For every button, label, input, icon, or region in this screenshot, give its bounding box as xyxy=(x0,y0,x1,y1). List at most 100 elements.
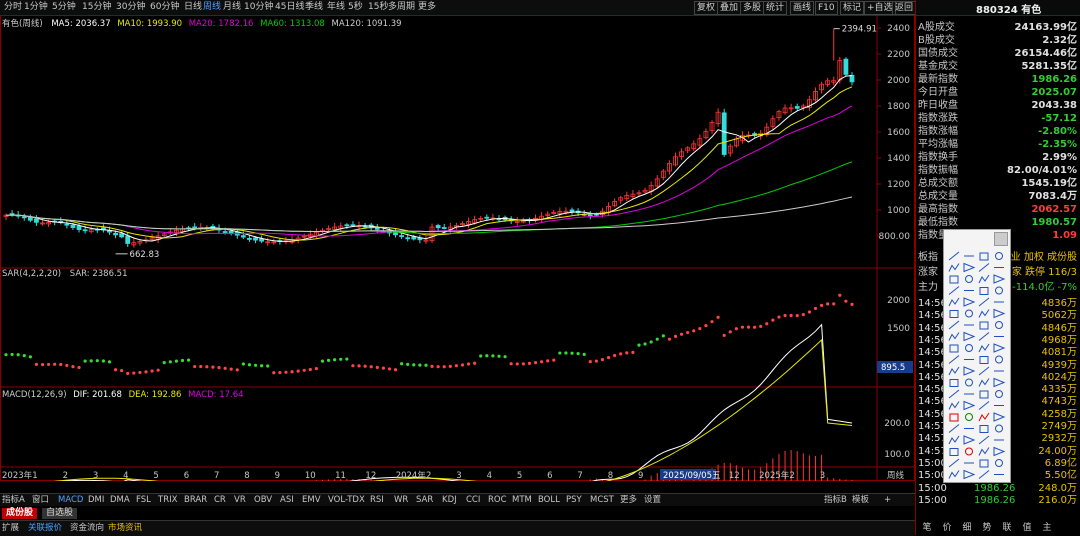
draw-tool-icon[interactable] xyxy=(995,355,1003,364)
indicator-tab-4[interactable]: DMA xyxy=(110,494,130,506)
draw-tool-icon[interactable] xyxy=(978,470,990,479)
toolbar-button-1[interactable]: 叠加 xyxy=(717,1,742,15)
period-tab-12[interactable]: 年线 xyxy=(327,1,345,14)
indicator-tab-19[interactable]: ROC xyxy=(488,494,507,506)
indicator-tab-16[interactable]: SAR xyxy=(416,494,433,506)
tab-constituents[interactable]: 成份股 xyxy=(2,508,38,519)
indicator-tab-18[interactable]: CCI xyxy=(466,494,480,506)
draw-tool-icon[interactable] xyxy=(948,355,960,364)
draw-tool-icon[interactable] xyxy=(993,274,1006,284)
draw-tool-icon[interactable] xyxy=(995,286,1003,295)
draw-tool-icon[interactable] xyxy=(949,379,959,387)
draw-tool-icon[interactable] xyxy=(978,401,990,410)
drawing-tools-palette[interactable] xyxy=(943,229,1011,483)
draw-tool-icon[interactable] xyxy=(949,448,959,456)
period-tab-5[interactable]: 60分钟 xyxy=(150,1,179,14)
draw-tool-icon[interactable] xyxy=(965,413,973,421)
indicator-tab-1[interactable]: 窗口 xyxy=(32,494,49,506)
indicator-tab-9[interactable]: VR xyxy=(234,494,246,506)
indicator-tab-5[interactable]: FSL xyxy=(136,494,151,506)
draw-tool-icon[interactable] xyxy=(963,331,976,342)
draw-tool-icon[interactable] xyxy=(979,390,989,399)
draw-tool-icon[interactable] xyxy=(978,263,990,272)
palette-close-button[interactable] xyxy=(994,232,1008,246)
indicator-tab-3[interactable]: DMI xyxy=(88,494,104,506)
indicator-tab-10[interactable]: OBV xyxy=(254,494,272,506)
draw-tool-icon[interactable] xyxy=(993,308,1006,319)
drawing-tools-grid[interactable] xyxy=(944,230,1010,482)
draw-tool-icon[interactable] xyxy=(949,310,959,318)
draw-tool-icon[interactable] xyxy=(963,400,976,411)
period-tab-8[interactable]: 月线 xyxy=(223,1,241,14)
draw-tool-icon[interactable] xyxy=(949,344,959,353)
draw-tool-icon[interactable] xyxy=(948,251,960,261)
draw-tool-icon[interactable] xyxy=(978,447,990,456)
draw-tool-icon[interactable] xyxy=(995,459,1003,467)
indicator-tab-25[interactable]: 设置 xyxy=(644,494,661,506)
indicator-right-0[interactable]: 指标B xyxy=(824,494,847,506)
draw-tool-icon[interactable] xyxy=(948,320,960,330)
draw-tool-icon[interactable] xyxy=(979,252,989,261)
status-tab-1[interactable]: 关联报价 xyxy=(28,522,62,534)
draw-tool-icon[interactable] xyxy=(993,377,1006,388)
indicator-right-2[interactable]: + xyxy=(884,494,891,506)
draw-tool-icon[interactable] xyxy=(948,389,960,399)
indicator-tab-6[interactable]: TRIX xyxy=(158,494,177,506)
draw-tool-icon[interactable] xyxy=(949,413,959,422)
period-tab-11[interactable]: 季线 xyxy=(305,1,323,14)
period-tab-0[interactable]: 分时 xyxy=(4,1,22,14)
indicator-tab-15[interactable]: WR xyxy=(394,494,408,506)
draw-tool-icon[interactable] xyxy=(978,378,990,387)
quote-bottom-tab-5[interactable]: 值 xyxy=(1019,522,1035,534)
draw-tool-icon[interactable] xyxy=(965,447,973,456)
draw-tool-icon[interactable] xyxy=(948,401,960,410)
period-tab-15[interactable]: 多周期 xyxy=(388,1,415,14)
draw-tool-icon[interactable] xyxy=(979,321,989,330)
draw-tool-icon[interactable] xyxy=(979,356,989,364)
draw-tool-icon[interactable] xyxy=(963,297,976,307)
toolbar-button-0[interactable]: 复权 xyxy=(694,1,719,15)
draw-tool-icon[interactable] xyxy=(963,469,976,480)
draw-tool-icon[interactable] xyxy=(978,366,990,376)
period-tab-6[interactable]: 日线 xyxy=(184,1,202,14)
period-tab-16[interactable]: 更多 xyxy=(418,1,436,14)
status-tab-3[interactable]: 市场资讯 xyxy=(108,522,142,534)
quote-bottom-tab-6[interactable]: 主 xyxy=(1039,522,1055,534)
draw-tool-icon[interactable] xyxy=(993,446,1006,457)
draw-tool-icon[interactable] xyxy=(948,366,960,376)
indicator-tab-20[interactable]: MTM xyxy=(512,494,532,506)
indicator-tab-7[interactable]: BRAR xyxy=(184,494,207,506)
indicator-tab-23[interactable]: MCST xyxy=(590,494,614,506)
draw-tool-icon[interactable] xyxy=(978,274,990,284)
draw-tool-icon[interactable] xyxy=(979,425,989,433)
indicator-tab-0[interactable]: 指标A xyxy=(2,494,25,506)
period-tab-2[interactable]: 5分钟 xyxy=(52,1,76,14)
draw-tool-icon[interactable] xyxy=(965,378,973,387)
toolbar-button-5[interactable]: F10 xyxy=(815,1,838,15)
indicator-tab-8[interactable]: CR xyxy=(214,494,226,506)
indicator-tab-22[interactable]: PSY xyxy=(566,494,582,506)
draw-tool-icon[interactable] xyxy=(978,309,990,318)
draw-tool-icon[interactable] xyxy=(978,412,990,422)
draw-tool-icon[interactable] xyxy=(978,332,990,341)
draw-tool-icon[interactable] xyxy=(978,435,990,445)
toolbar-button-3[interactable]: 统计 xyxy=(763,1,788,15)
indicator-tab-11[interactable]: ASI xyxy=(280,494,294,506)
kline-chart[interactable]: 24002200200018001600140012001000800.0023… xyxy=(0,15,915,481)
toolbar-button-2[interactable]: 多股 xyxy=(740,1,765,15)
quote-bottom-tab-3[interactable]: 势 xyxy=(979,522,995,534)
quote-bottom-tab-0[interactable]: 笔 xyxy=(919,522,935,534)
draw-tool-icon[interactable] xyxy=(979,459,989,468)
draw-tool-icon[interactable] xyxy=(993,343,1006,353)
draw-tool-icon[interactable] xyxy=(948,458,960,468)
draw-tool-icon[interactable] xyxy=(965,275,973,283)
draw-tool-icon[interactable] xyxy=(963,262,976,273)
quote-bottom-tab-4[interactable]: 联 xyxy=(999,522,1015,534)
draw-tool-icon[interactable] xyxy=(948,470,960,479)
indicator-tab-13[interactable]: VOL-TDX xyxy=(328,494,365,506)
draw-tool-icon[interactable] xyxy=(965,309,973,318)
draw-tool-icon[interactable] xyxy=(948,424,960,433)
draw-tool-icon[interactable] xyxy=(948,263,960,272)
period-tab-1[interactable]: 1分钟 xyxy=(24,1,48,14)
draw-tool-icon[interactable] xyxy=(963,366,976,376)
